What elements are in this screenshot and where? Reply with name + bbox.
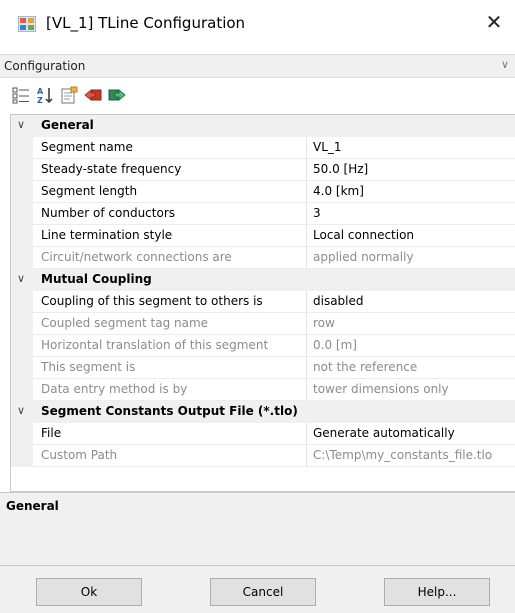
property-name: Segment length <box>41 184 138 198</box>
row-gutter <box>11 203 33 225</box>
svg-text:A: A <box>37 87 44 96</box>
property-name: Data entry method is by <box>41 382 188 396</box>
configuration-selector[interactable]: Configuration ∨ <box>0 54 515 78</box>
property-row-segment-length[interactable]: Segment length 4.0 [km] <box>11 181 515 203</box>
row-gutter <box>11 335 33 357</box>
column-divider[interactable] <box>306 379 307 401</box>
property-row-horizontal-translation: Horizontal translation of this segment 0… <box>11 335 515 357</box>
app-icon <box>18 16 36 32</box>
property-value: tower dimensions only <box>313 382 449 396</box>
row-gutter <box>11 247 33 269</box>
description-title: General <box>6 499 59 513</box>
row-gutter <box>11 423 33 445</box>
svg-text:Z: Z <box>37 96 43 104</box>
property-row-custom-path: Custom Path C:\Temp\my_constants_file.tl… <box>11 445 515 467</box>
ok-button[interactable]: Ok <box>36 578 142 606</box>
title-bar: [VL_1] TLine Configuration ✕ <box>0 0 515 48</box>
property-name: This segment is <box>41 360 136 374</box>
row-gutter <box>11 225 33 247</box>
property-toolbar: A Z <box>0 78 515 112</box>
row-gutter <box>11 313 33 335</box>
property-row-coupled-tag-name: Coupled segment tag name row <box>11 313 515 335</box>
category-title: General <box>41 118 94 132</box>
column-divider[interactable] <box>306 247 307 269</box>
property-pages-icon[interactable] <box>60 86 78 104</box>
property-grid: ∨ General Segment name VL_1 Steady-state… <box>10 114 515 492</box>
category-title: Segment Constants Output File (*.tlo) <box>41 404 298 418</box>
categorized-view-icon[interactable] <box>12 86 30 104</box>
property-value[interactable]: VL_1 <box>313 140 342 154</box>
dialog-footer: Ok Cancel Help... <box>0 566 515 613</box>
property-row-conductors[interactable]: Number of conductors 3 <box>11 203 515 225</box>
property-value[interactable]: 3 <box>313 206 321 220</box>
property-row-frequency[interactable]: Steady-state frequency 50.0 [Hz] <box>11 159 515 181</box>
description-pane: General <box>0 492 515 566</box>
column-divider[interactable] <box>306 137 307 159</box>
property-name: Coupled segment tag name <box>41 316 209 330</box>
category-general[interactable]: ∨ General <box>11 115 515 137</box>
property-value: C:\Temp\my_constants_file.tlo <box>313 448 493 462</box>
row-gutter <box>11 181 33 203</box>
configuration-label: Configuration <box>4 59 86 73</box>
column-divider[interactable] <box>306 357 307 379</box>
import-icon[interactable] <box>84 86 102 104</box>
row-gutter <box>11 137 33 159</box>
property-value[interactable]: 50.0 [Hz] <box>313 162 368 176</box>
property-row-data-entry-method: Data entry method is by tower dimensions… <box>11 379 515 401</box>
property-row-coupling[interactable]: Coupling of this segment to others is di… <box>11 291 515 313</box>
column-divider[interactable] <box>306 291 307 313</box>
window-title: [VL_1] TLine Configuration <box>46 14 246 32</box>
row-gutter <box>11 159 33 181</box>
property-row-segment-name[interactable]: Segment name VL_1 <box>11 137 515 159</box>
row-separator <box>33 466 515 467</box>
help-button[interactable]: Help... <box>384 578 490 606</box>
close-button[interactable]: ✕ <box>481 10 507 36</box>
row-gutter <box>11 357 33 379</box>
cancel-button[interactable]: Cancel <box>210 578 316 606</box>
collapse-chevron-icon[interactable]: ∨ <box>17 118 25 131</box>
property-value[interactable]: Generate automatically <box>313 426 455 440</box>
property-name: Steady-state frequency <box>41 162 182 176</box>
property-name: Line termination style <box>41 228 173 242</box>
column-divider[interactable] <box>306 225 307 247</box>
column-divider[interactable] <box>306 203 307 225</box>
property-row-file[interactable]: File Generate automatically <box>11 423 515 445</box>
category-title: Mutual Coupling <box>41 272 152 286</box>
row-gutter <box>11 379 33 401</box>
property-row-circuit-connections: Circuit/network connections are applied … <box>11 247 515 269</box>
column-divider[interactable] <box>306 313 307 335</box>
property-name: Circuit/network connections are <box>41 250 232 264</box>
property-name: Segment name <box>41 140 133 154</box>
column-divider[interactable] <box>306 159 307 181</box>
property-row-termination-style[interactable]: Line termination style Local connection <box>11 225 515 247</box>
property-value: row <box>313 316 335 330</box>
column-divider[interactable] <box>306 423 307 445</box>
column-divider[interactable] <box>306 181 307 203</box>
category-output-file[interactable]: ∨ Segment Constants Output File (*.tlo) <box>11 401 515 423</box>
property-name: Number of conductors <box>41 206 175 220</box>
collapse-chevron-icon[interactable]: ∨ <box>17 272 25 285</box>
property-name: Horizontal translation of this segment <box>41 338 269 352</box>
property-value: applied normally <box>313 250 414 264</box>
property-value: 0.0 [m] <box>313 338 357 352</box>
row-gutter <box>11 445 33 467</box>
property-name: Custom Path <box>41 448 118 462</box>
column-divider[interactable] <box>306 445 307 467</box>
column-divider[interactable] <box>306 335 307 357</box>
row-gutter <box>11 291 33 313</box>
property-name: File <box>41 426 62 440</box>
property-value[interactable]: 4.0 [km] <box>313 184 364 198</box>
property-value: not the reference <box>313 360 418 374</box>
export-icon[interactable] <box>108 86 126 104</box>
property-value[interactable]: disabled <box>313 294 364 308</box>
chevron-down-icon[interactable]: ∨ <box>501 58 509 71</box>
collapse-chevron-icon[interactable]: ∨ <box>17 404 25 417</box>
property-name: Coupling of this segment to others is <box>41 294 263 308</box>
alphabetical-sort-icon[interactable]: A Z <box>36 86 54 104</box>
category-mutual-coupling[interactable]: ∨ Mutual Coupling <box>11 269 515 291</box>
property-row-reference: This segment is not the reference <box>11 357 515 379</box>
property-value[interactable]: Local connection <box>313 228 414 242</box>
